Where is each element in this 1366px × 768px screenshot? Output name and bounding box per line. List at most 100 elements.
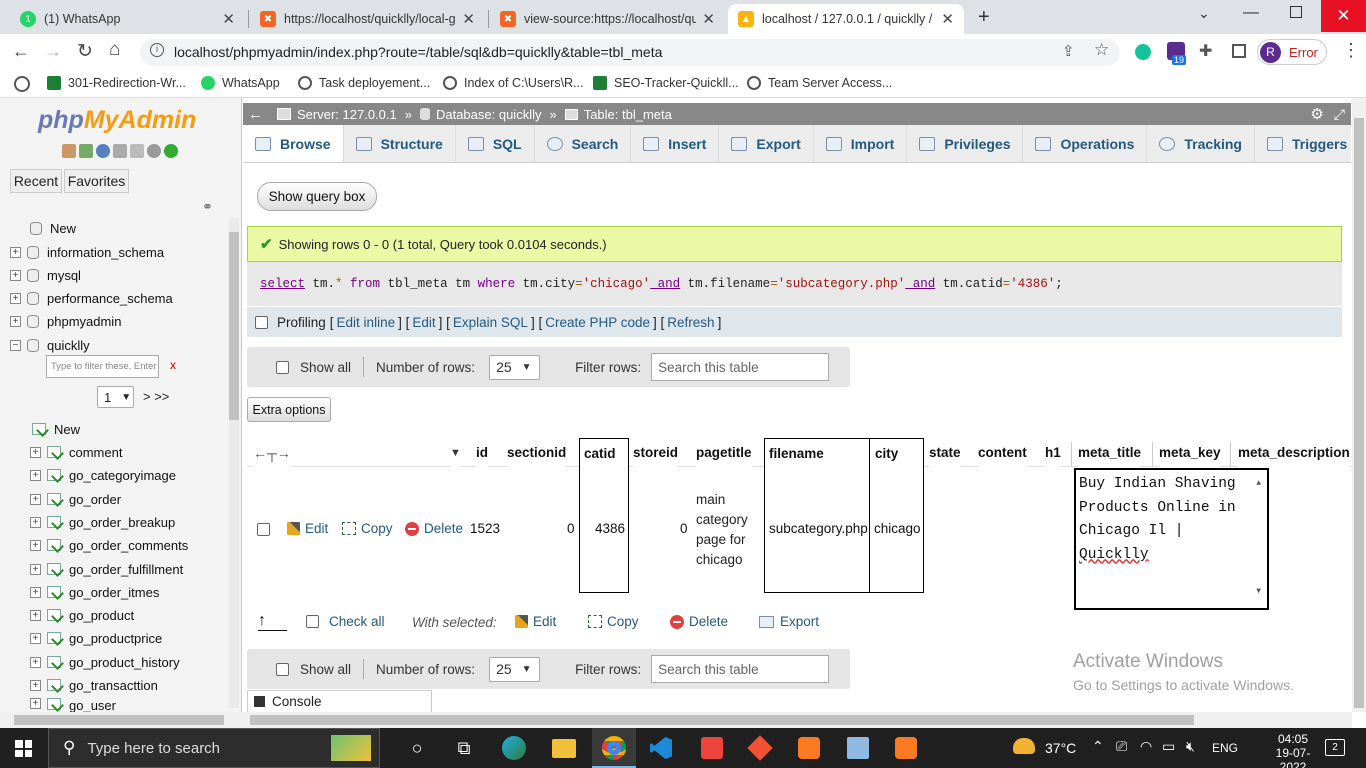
clear-filter-button[interactable]: x — [170, 358, 176, 372]
tab-operations[interactable]: Operations — [1023, 125, 1148, 162]
inline-edit-textarea[interactable]: Buy Indian Shaving Products Online in Ch… — [1074, 468, 1269, 610]
vscode-icon[interactable] — [646, 733, 676, 763]
tree-db-phpmyadmin[interactable]: + phpmyadmin — [10, 311, 121, 331]
site-info-icon[interactable]: i — [150, 43, 164, 57]
bulk-delete-button[interactable]: Delete — [670, 614, 728, 629]
weather-icon[interactable] — [1013, 738, 1035, 754]
scroll-up-icon[interactable]: ▲ — [1256, 472, 1261, 496]
bulk-export-button[interactable]: Export — [759, 614, 819, 629]
back-icon[interactable]: ← — [12, 41, 30, 62]
bookmark-item[interactable]: Index of C:\Users\R... — [443, 76, 583, 90]
create-php-code-link[interactable]: Create PHP code — [545, 315, 650, 330]
tab-search-icon[interactable]: ⌄ — [1198, 5, 1210, 22]
tab-tracking[interactable]: Tracking — [1147, 125, 1255, 162]
tree-table-item[interactable]: + go_transacttion — [30, 675, 158, 695]
column-header-storeid[interactable]: storeid — [633, 438, 679, 467]
cell-city[interactable]: chicago — [874, 521, 921, 536]
expand-icon[interactable]: + — [10, 292, 21, 304]
edge-icon[interactable] — [499, 733, 529, 763]
show-all-checkbox[interactable] — [276, 360, 289, 374]
bookmark-star-icon[interactable]: ☆ — [1094, 40, 1109, 60]
grammarly-icon[interactable] — [1135, 44, 1151, 60]
cell-pagetitle[interactable]: main category page for chicago — [696, 490, 748, 570]
tab-import[interactable]: Import — [814, 125, 908, 162]
file-explorer-icon[interactable] — [549, 733, 579, 763]
check-all-checkbox[interactable] — [306, 615, 319, 628]
gear-icon[interactable]: ⚙ — [1310, 105, 1323, 123]
collapse-arrow-icon[interactable]: ← — [248, 106, 263, 123]
bookmark-item[interactable]: Team Server Access... — [747, 76, 892, 90]
docs-icon[interactable] — [113, 144, 127, 158]
rows-per-page-select[interactable]: 25 ▼ — [489, 656, 541, 682]
collapse-icon[interactable]: − — [10, 339, 21, 351]
cortana-icon[interactable]: ○ — [402, 733, 432, 763]
show-query-box-button[interactable]: Show query box — [257, 182, 377, 211]
tab-export[interactable]: Export — [719, 125, 814, 162]
tree-table-item[interactable]: + go_order — [30, 489, 121, 509]
phpmyadmin-logo[interactable]: phpMyAdmin — [38, 106, 196, 135]
column-header-sectionid[interactable]: sectionid — [507, 438, 567, 467]
share-icon[interactable]: ⇪ — [1062, 42, 1075, 60]
gear-icon[interactable] — [147, 144, 161, 158]
favorites-button[interactable]: Favorites — [64, 169, 129, 193]
tree-db-mysql[interactable]: + mysql — [10, 265, 81, 285]
column-header-city[interactable]: city — [869, 438, 924, 467]
home-icon[interactable]: ⌂ — [109, 39, 120, 61]
expand-icon[interactable]: + — [30, 469, 41, 481]
tree-table-item[interactable]: + go_order_comments — [30, 535, 188, 555]
main-scrollbar[interactable] — [1352, 98, 1366, 712]
tab-triggers[interactable]: Triggers — [1255, 125, 1359, 162]
wifi-icon[interactable]: ◠ — [1140, 738, 1152, 755]
console-tab[interactable]: Console — [247, 690, 432, 712]
new-tab-icon[interactable]: + — [978, 6, 990, 29]
expand-icon[interactable]: + — [30, 609, 41, 621]
side-panel-icon[interactable] — [1232, 44, 1246, 58]
expand-icon[interactable]: + — [10, 246, 21, 258]
column-header-catid[interactable]: catid — [579, 438, 629, 467]
tree-db-information-schema[interactable]: + information_schema — [10, 242, 164, 262]
puzzle-icon[interactable]: ✚ — [1199, 41, 1212, 61]
chrome-icon[interactable] — [599, 733, 629, 763]
sidebar-horizontal-scrollbar[interactable] — [0, 712, 242, 728]
chevron-up-icon[interactable]: ⌃ — [1092, 738, 1104, 755]
close-window-icon[interactable]: ✕ — [1321, 0, 1366, 32]
edit-inline-link[interactable]: Edit inline — [337, 315, 396, 330]
forward-icon[interactable]: → — [44, 41, 62, 62]
table-filter-input[interactable]: Type to filter these, Enter — [46, 355, 159, 378]
expand-icon[interactable]: + — [30, 493, 41, 505]
tree-new-database[interactable]: New — [30, 218, 76, 238]
edit-link[interactable]: Edit — [412, 315, 435, 330]
recent-button[interactable]: Recent — [10, 169, 62, 193]
browser-tab-whatsapp[interactable]: 1 (1) WhatsApp ✕ — [10, 4, 245, 34]
column-header-meta-description[interactable]: meta_description — [1238, 438, 1350, 467]
git-icon[interactable] — [745, 733, 775, 763]
tree-table-item[interactable]: + go_product — [30, 605, 134, 625]
rows-per-page-select[interactable]: 25 ▼ — [489, 354, 541, 380]
cell-sectionid[interactable]: 0 — [567, 521, 575, 536]
notepad-icon[interactable] — [843, 733, 873, 763]
task-view-icon[interactable]: ⧉ — [449, 733, 479, 763]
anydesk-icon[interactable] — [697, 733, 727, 763]
logout-icon[interactable] — [79, 144, 93, 158]
column-header-meta-title[interactable]: meta_title — [1078, 438, 1142, 467]
breadcrumb-database[interactable]: Database: quicklly — [436, 107, 542, 122]
page-select[interactable]: 1 ▼ — [97, 386, 134, 408]
reload-icon[interactable]: ↻ — [77, 40, 93, 63]
help-icon[interactable] — [96, 144, 110, 158]
horizontal-scrollbar[interactable] — [242, 712, 1352, 728]
bookmark-item[interactable]: 301-Redirection-Wr... — [47, 76, 186, 90]
breadcrumb-table[interactable]: Table: tbl_meta — [584, 107, 672, 122]
expand-icon[interactable]: + — [30, 563, 41, 575]
expand-icon[interactable]: + — [10, 269, 21, 281]
home-icon[interactable] — [62, 144, 76, 158]
tab-sql[interactable]: SQL — [456, 125, 535, 162]
globe-icon[interactable] — [14, 76, 30, 92]
menu-icon[interactable]: ⋮ — [1342, 40, 1360, 61]
tree-table-item[interactable]: + go_product_history — [30, 652, 180, 672]
expand-icon[interactable]: + — [30, 586, 41, 598]
tree-table-item[interactable]: + go_order_itmes — [30, 582, 159, 602]
reload-icon[interactable] — [164, 144, 178, 158]
browser-tab-local[interactable]: ✖ https://localhost/quicklly/local-g ✕ — [250, 4, 485, 34]
breadcrumb-server[interactable]: Server: 127.0.0.1 — [297, 107, 397, 122]
expand-icon[interactable]: + — [30, 698, 41, 709]
